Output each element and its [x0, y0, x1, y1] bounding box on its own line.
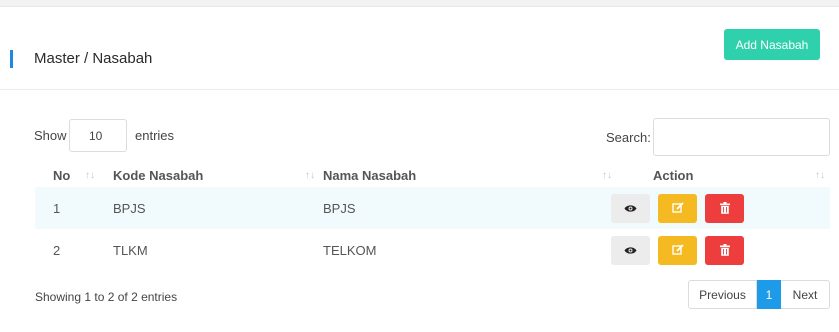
eye-icon — [624, 204, 637, 212]
cell-kode: TLKM — [113, 242, 148, 258]
trash-icon — [719, 244, 730, 256]
table-row: 1 BPJS BPJS — [35, 187, 830, 229]
trash-icon — [719, 202, 730, 214]
cell-no: 1 — [35, 187, 110, 229]
col-header-kode[interactable]: Kode Nasabah ↑↓ — [110, 163, 318, 187]
col-header-nama[interactable]: Nama Nasabah ↑↓ — [318, 163, 612, 187]
view-button[interactable] — [611, 235, 650, 265]
edit-button[interactable] — [658, 235, 697, 265]
view-button[interactable] — [611, 193, 650, 223]
cell-no: 2 — [53, 242, 61, 258]
entries-select[interactable]: 10 — [69, 119, 127, 152]
cell-action — [608, 229, 830, 271]
sort-icon: ↑↓ — [815, 170, 825, 181]
add-nasabah-button[interactable]: Add Nasabah — [724, 29, 820, 60]
cell-nama: BPJS — [318, 187, 608, 229]
table-info: Showing 1 to 2 of 2 entries — [35, 290, 178, 304]
delete-button[interactable] — [705, 193, 744, 223]
col-header-kode-label: Kode Nasabah — [113, 167, 204, 183]
sort-icon: ↑↓ — [305, 170, 315, 181]
pagination: Previous 1 Next — [688, 280, 830, 309]
title-accent-bar — [10, 50, 13, 68]
previous-page-button[interactable]: Previous — [688, 280, 757, 309]
header-divider — [0, 89, 839, 90]
cell-kode: BPJS — [110, 187, 318, 229]
page-title: Master / Nasabah — [34, 50, 153, 67]
col-header-action[interactable]: Action ↑↓ — [608, 163, 830, 187]
cell-nama: TELKOM — [323, 242, 377, 258]
table-row: 2 TLKM TELKOM — [35, 229, 830, 271]
col-header-no-label: No — [53, 167, 71, 183]
show-label: Show — [34, 128, 67, 143]
page-1-button[interactable]: 1 — [757, 280, 781, 309]
edit-icon — [671, 202, 684, 213]
entries-label: entries — [135, 128, 175, 143]
next-page-button[interactable]: Next — [781, 280, 830, 309]
col-header-no[interactable]: No ↑↓ — [35, 163, 110, 187]
eye-icon — [624, 246, 637, 254]
search-label: Search: — [606, 130, 651, 145]
cell-action — [608, 187, 830, 229]
edit-icon — [671, 244, 684, 255]
delete-button[interactable] — [705, 235, 744, 265]
edit-button[interactable] — [658, 193, 697, 223]
nasabah-table: No ↑↓ Kode Nasabah ↑↓ Nama Nasabah ↑↓ Ac… — [35, 163, 830, 271]
col-header-nama-label: Nama Nasabah — [323, 167, 417, 183]
sort-icon: ↑↓ — [85, 170, 95, 181]
search-input[interactable] — [653, 118, 830, 156]
col-header-action-label: Action — [653, 167, 694, 183]
